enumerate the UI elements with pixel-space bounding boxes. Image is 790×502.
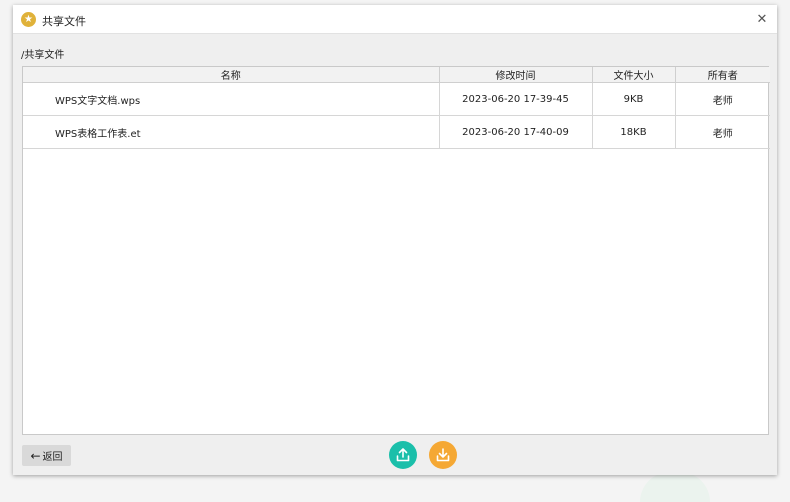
- upload-icon: [396, 448, 410, 462]
- file-owner: 老师: [675, 82, 770, 116]
- back-button[interactable]: ← 返回: [22, 445, 71, 466]
- table-row[interactable]: WPS文字文档.wps 2023-06-20 17-39-45 9KB 老师: [23, 82, 770, 116]
- file-modified: 2023-06-20 17-40-09: [439, 115, 593, 149]
- back-button-label: 返回: [42, 452, 63, 463]
- breadcrumb-path: /共享文件: [21, 50, 65, 61]
- download-icon: [436, 448, 450, 462]
- arrow-left-icon: ←: [30, 448, 41, 463]
- download-button[interactable]: [429, 441, 457, 469]
- column-header-modified[interactable]: 修改时间: [439, 67, 593, 83]
- column-header-owner[interactable]: 所有者: [675, 67, 770, 83]
- window-title: 共享文件: [42, 15, 86, 28]
- file-size: 9KB: [592, 82, 676, 116]
- upload-button[interactable]: [389, 441, 417, 469]
- close-icon: ✕: [756, 11, 768, 27]
- table-row[interactable]: WPS表格工作表.et 2023-06-20 17-40-09 18KB 老师: [23, 115, 770, 149]
- table-header: 名称 修改时间 文件大小 所有者: [23, 67, 770, 83]
- desktop-decoration: [640, 472, 710, 502]
- column-header-size[interactable]: 文件大小: [592, 67, 676, 83]
- file-table: 名称 修改时间 文件大小 所有者 WPS文字文档.wps 2023-06-20 …: [22, 66, 770, 435]
- file-size: 18KB: [592, 115, 676, 149]
- column-header-name[interactable]: 名称: [23, 67, 440, 83]
- file-name: WPS表格工作表.et: [23, 115, 440, 149]
- star-icon: ★: [21, 12, 36, 27]
- shared-files-window: ★ 共享文件 ✕ /共享文件 名称 修改时间 文件大小 所有者 WPS文字文档.…: [13, 5, 777, 475]
- close-button[interactable]: ✕: [753, 10, 771, 28]
- title-bar: ★ 共享文件 ✕: [13, 5, 777, 34]
- file-name: WPS文字文档.wps: [23, 82, 440, 116]
- file-modified: 2023-06-20 17-39-45: [439, 82, 593, 116]
- file-owner: 老师: [675, 115, 770, 149]
